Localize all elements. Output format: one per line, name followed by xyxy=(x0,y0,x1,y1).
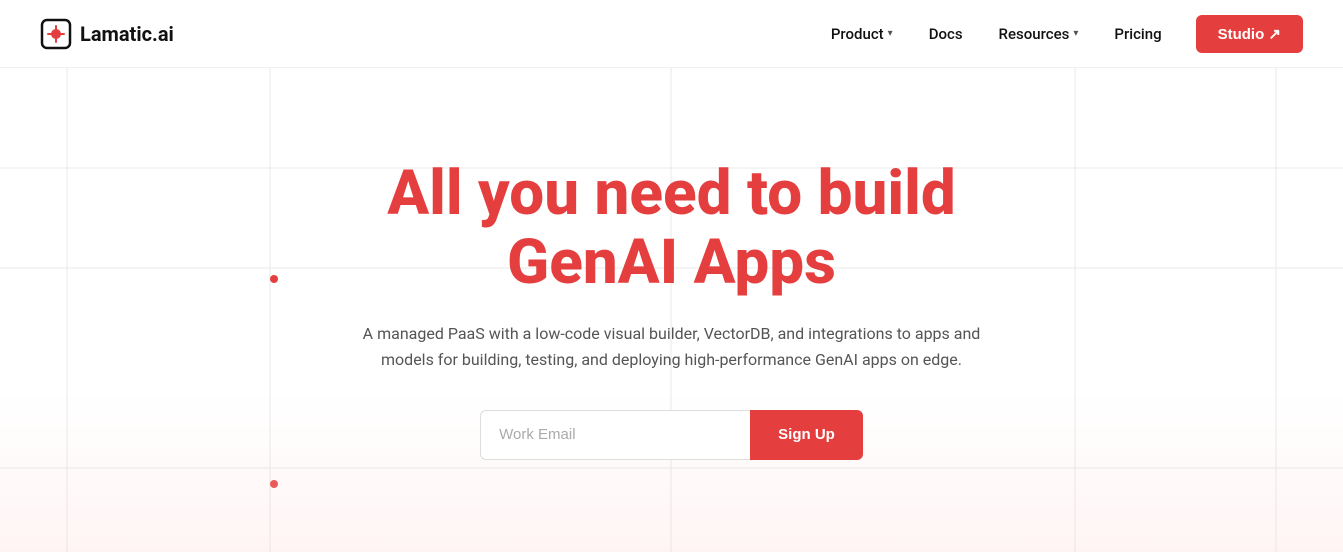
red-dot-left-bottom xyxy=(270,480,278,488)
studio-button[interactable]: Studio ↗ xyxy=(1196,15,1303,53)
nav-product[interactable]: Product ▾ xyxy=(817,17,907,51)
hero-content: All you need to build GenAI Apps A manag… xyxy=(342,160,1002,459)
red-dot-left-top xyxy=(270,275,278,283)
nav-resources[interactable]: Resources ▾ xyxy=(985,17,1093,51)
nav-pricing[interactable]: Pricing xyxy=(1100,17,1175,51)
nav-links: Product ▾ Docs Resources ▾ Pricing Studi… xyxy=(817,15,1303,53)
logo-text: Lamatic.ai xyxy=(80,22,174,46)
email-input[interactable] xyxy=(480,410,750,460)
nav-docs[interactable]: Docs xyxy=(915,17,977,51)
hero-section: All you need to build GenAI Apps A manag… xyxy=(0,68,1343,552)
hero-title: All you need to build GenAI Apps xyxy=(362,160,982,296)
chevron-down-icon: ▾ xyxy=(888,28,893,39)
cta-row: Sign Up xyxy=(362,410,982,460)
logo-icon xyxy=(40,18,72,50)
navbar: Lamatic.ai Product ▾ Docs Resources ▾ Pr… xyxy=(0,0,1343,68)
logo-link[interactable]: Lamatic.ai xyxy=(40,18,174,50)
signup-button[interactable]: Sign Up xyxy=(750,410,863,460)
hero-subtitle: A managed PaaS with a low-code visual bu… xyxy=(362,321,982,374)
chevron-down-icon: ▾ xyxy=(1073,28,1078,39)
